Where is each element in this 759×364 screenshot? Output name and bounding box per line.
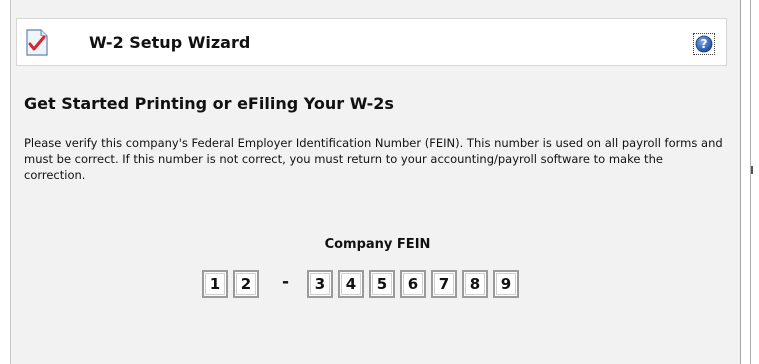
fein-digit-box: 3 xyxy=(307,270,333,298)
fein-separator: - xyxy=(282,272,290,292)
window-edge-marker xyxy=(751,166,753,174)
window-edge xyxy=(750,0,751,364)
checklist-document-icon xyxy=(26,29,48,56)
fein-digit-box: 8 xyxy=(462,270,488,298)
wizard-title: W-2 Setup Wizard xyxy=(89,33,251,52)
fein-digit-box: 1 xyxy=(202,270,228,298)
fein-digit-box: 9 xyxy=(493,270,519,298)
fein-digit-box: 6 xyxy=(400,270,426,298)
instructions-text: Please verify this company's Federal Emp… xyxy=(24,136,723,182)
svg-text:?: ? xyxy=(701,37,708,51)
help-question-icon: ? xyxy=(695,35,713,53)
help-button[interactable]: ? xyxy=(693,33,715,55)
fein-digit-box: 5 xyxy=(369,270,395,298)
page-heading: Get Started Printing or eFiling Your W-2… xyxy=(24,94,394,113)
fein-digit-box: 4 xyxy=(338,270,364,298)
company-fein-label: Company FEIN xyxy=(324,237,431,252)
fein-digit-box: 7 xyxy=(431,270,457,298)
fein-digit-box: 2 xyxy=(233,270,259,298)
